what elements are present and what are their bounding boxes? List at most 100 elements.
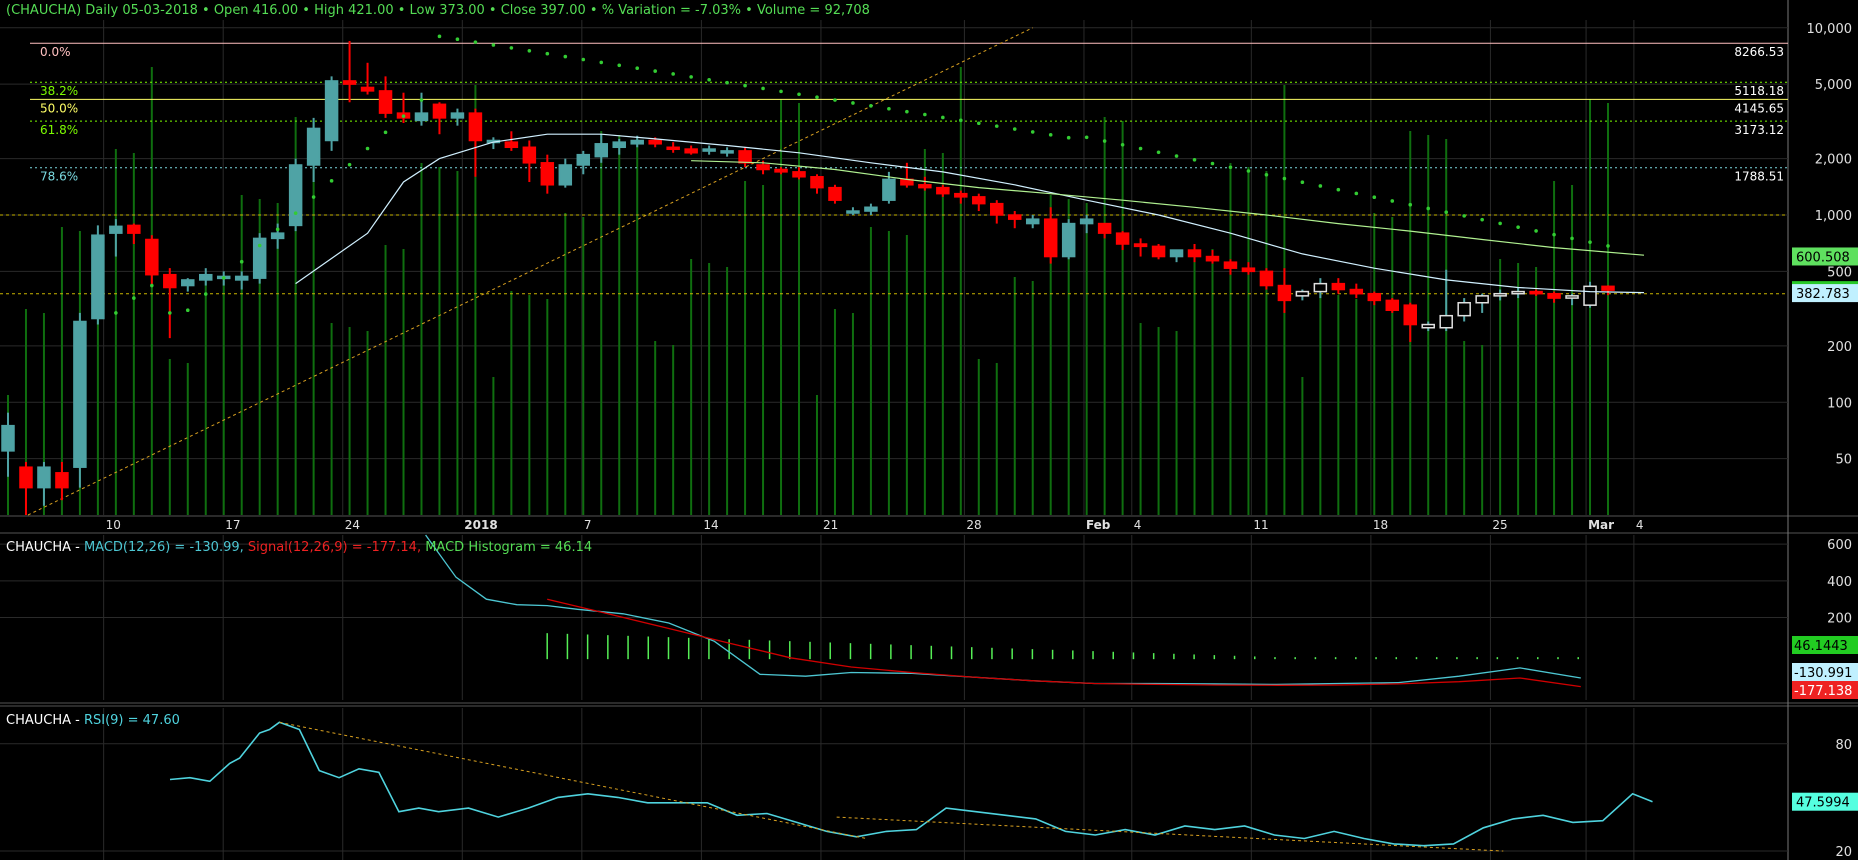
x-tick-label: 4 bbox=[1636, 518, 1644, 532]
candle-body bbox=[540, 162, 555, 186]
sar-dot bbox=[851, 101, 855, 105]
sar-dot bbox=[743, 83, 747, 88]
sar-dot bbox=[1012, 127, 1017, 131]
x-tick-label: 7 bbox=[584, 518, 592, 532]
candle-body bbox=[37, 466, 51, 489]
sar-dot bbox=[581, 57, 586, 62]
candle-body bbox=[55, 472, 69, 489]
sar-dot bbox=[491, 43, 496, 47]
candle bbox=[252, 233, 267, 284]
fib-label: 50.0% bbox=[40, 101, 78, 115]
candle-body bbox=[774, 168, 788, 173]
sar-dot bbox=[833, 98, 837, 102]
x-tick-label: 2018 bbox=[464, 518, 497, 532]
sar-dot bbox=[1444, 210, 1449, 214]
sar-dot bbox=[1426, 206, 1431, 211]
candle-body bbox=[1349, 288, 1364, 295]
sar-dot bbox=[976, 121, 981, 126]
candle-body bbox=[972, 196, 986, 205]
candle-body bbox=[702, 148, 716, 152]
candle-body bbox=[990, 202, 1004, 216]
x-tick-label: Feb bbox=[1086, 518, 1111, 532]
sar-dot bbox=[203, 292, 208, 296]
candle-body bbox=[1565, 295, 1579, 299]
sar-dot bbox=[617, 63, 622, 68]
candle-body bbox=[145, 238, 159, 276]
candle-body bbox=[522, 146, 537, 164]
candle-body bbox=[1601, 285, 1615, 291]
sar-dot bbox=[293, 211, 298, 215]
sar-dot bbox=[671, 72, 675, 76]
macd-tag: -177.138 bbox=[1792, 681, 1858, 699]
macd-tag: -130.991 bbox=[1792, 663, 1858, 681]
candle-body bbox=[1241, 267, 1256, 273]
candle-body bbox=[109, 225, 123, 234]
candle bbox=[1151, 244, 1166, 260]
sar-dot bbox=[1336, 187, 1341, 192]
candle-body bbox=[1457, 301, 1471, 317]
sar-dot bbox=[1066, 135, 1071, 140]
x-tick-label: 21 bbox=[823, 518, 838, 532]
candle-body bbox=[1025, 218, 1040, 225]
price-tag: 382.783 bbox=[1792, 284, 1858, 303]
sar-dot bbox=[1174, 154, 1179, 158]
sar-dot bbox=[1318, 184, 1323, 188]
sar-dot bbox=[329, 179, 334, 183]
x-tick-label: 10 bbox=[106, 518, 121, 532]
candle-body bbox=[1079, 218, 1094, 225]
sar-dot bbox=[347, 162, 352, 167]
sar-dot bbox=[1516, 225, 1520, 229]
sar-dot bbox=[1480, 217, 1484, 222]
sar-dot bbox=[797, 92, 801, 97]
sar-dot bbox=[437, 34, 442, 39]
sar-dot bbox=[221, 276, 226, 280]
candle-body bbox=[127, 224, 141, 234]
sar-dot bbox=[563, 54, 568, 59]
candle-body bbox=[720, 150, 734, 154]
sar-dot bbox=[167, 311, 172, 315]
sar-dot bbox=[761, 86, 765, 91]
sar-dot bbox=[725, 80, 729, 85]
candle-body bbox=[738, 150, 752, 164]
sar-dot bbox=[779, 89, 783, 94]
rsi-tag: 47.5994 bbox=[1792, 792, 1858, 811]
candle bbox=[288, 158, 303, 232]
candle-body bbox=[558, 164, 573, 186]
candle-body bbox=[1061, 222, 1076, 258]
macd-tag-label: 46.1443 bbox=[1794, 639, 1848, 654]
sar-dot bbox=[1588, 240, 1592, 244]
x-tick-label: 4 bbox=[1134, 518, 1142, 532]
candle-body bbox=[1151, 245, 1166, 258]
candle-body bbox=[1169, 249, 1184, 258]
candle-body bbox=[1331, 282, 1346, 291]
candle-body bbox=[163, 273, 177, 289]
candle bbox=[1385, 298, 1400, 313]
chart-canvas[interactable]: 0.0% 8266.53 38.2% 5118.18 50.0% 4145.65 61.8%… bbox=[0, 0, 1858, 860]
rsi-y-label: 20 bbox=[1835, 845, 1852, 860]
fib-value: 8266.53 bbox=[1734, 45, 1784, 59]
candle-body bbox=[936, 186, 950, 195]
macd-y-label: 400 bbox=[1827, 575, 1852, 590]
sar-dot bbox=[994, 124, 999, 128]
candle-body bbox=[1, 424, 15, 452]
candle-body bbox=[756, 164, 770, 171]
sar-dot bbox=[905, 109, 909, 114]
sar-dot bbox=[1138, 146, 1143, 151]
sar-dot bbox=[1084, 135, 1089, 140]
macd-tag-label: -130.991 bbox=[1794, 666, 1852, 681]
candle-body bbox=[270, 232, 285, 240]
rsi-header: CHAUCHA - RSI(9) = 47.60 bbox=[6, 713, 180, 728]
candle-body bbox=[1511, 290, 1525, 295]
candle-body bbox=[1583, 285, 1597, 306]
fib-label: 0.0% bbox=[40, 45, 71, 59]
sar-dot bbox=[1372, 195, 1377, 200]
candle-body bbox=[1421, 323, 1435, 329]
sar-dot bbox=[1354, 191, 1359, 196]
x-tick-label: 17 bbox=[225, 518, 240, 532]
x-tick-label: 24 bbox=[345, 518, 360, 532]
candle bbox=[1061, 219, 1076, 260]
sar-dot bbox=[653, 69, 657, 73]
sar-dot bbox=[1462, 214, 1466, 218]
candle-body bbox=[1313, 282, 1328, 293]
y-tick-label: 100 bbox=[1827, 396, 1852, 411]
